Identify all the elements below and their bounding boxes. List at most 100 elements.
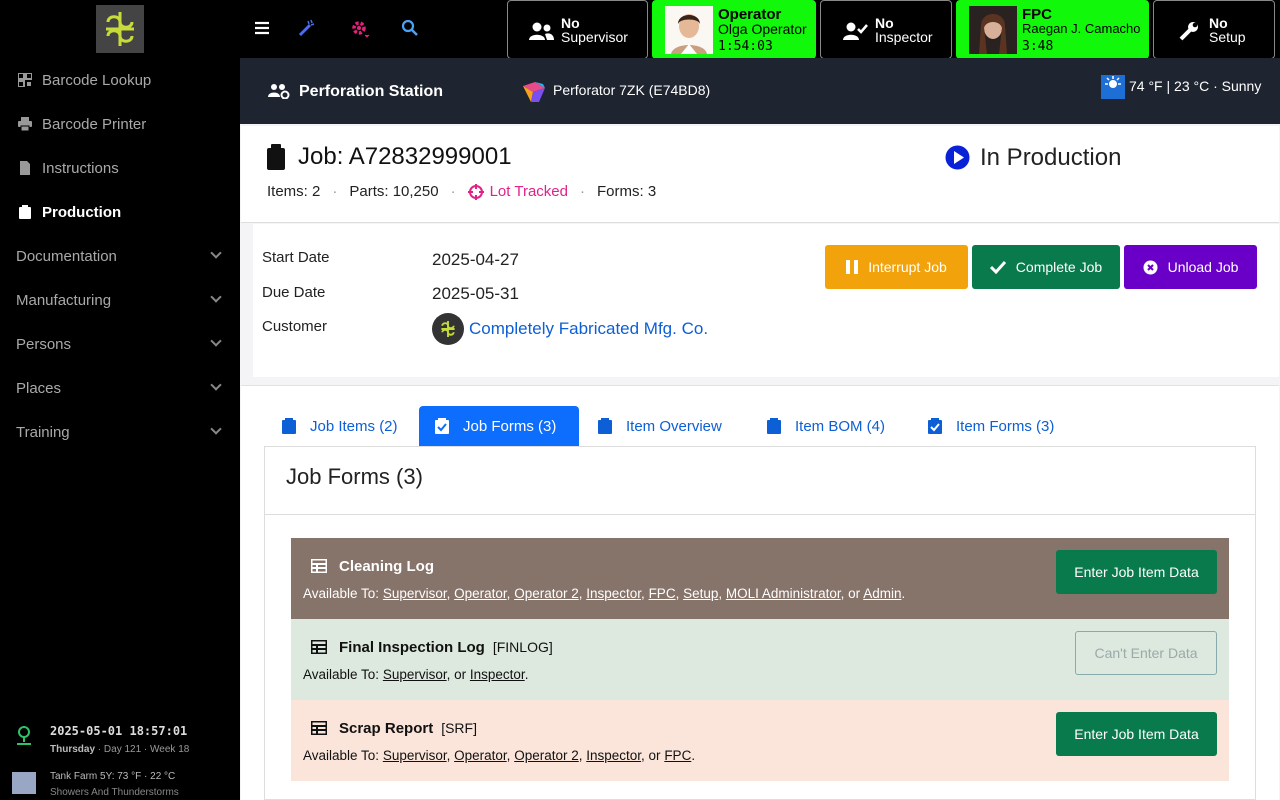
role-link[interactable]: Inspector xyxy=(586,748,641,763)
chevron-down-icon xyxy=(210,423,222,435)
role-link[interactable]: Inspector xyxy=(586,586,641,601)
top-bar: No Supervisor Operator Olga Operator 1:5… xyxy=(240,0,1280,59)
job-meta: Items: 2 · Parts: 10,250 · Lot Tracked ·… xyxy=(267,183,656,200)
play-circle-icon xyxy=(945,145,970,175)
role-link[interactable]: Operator 2 xyxy=(514,748,579,763)
form-availability: Available To: Supervisor, Operator, Oper… xyxy=(303,586,906,601)
cant-enter-data-button[interactable]: Can't Enter Data xyxy=(1075,631,1217,675)
fpc-name: Raegan J. Camacho xyxy=(1022,21,1141,36)
job-forms-title: Job Forms (3) xyxy=(265,447,1255,515)
sidebar-group-documentation[interactable]: Documentation xyxy=(0,234,240,278)
tab-item-bom[interactable]: Item BOM (4) xyxy=(751,406,901,446)
tab-label: Job Items (2) xyxy=(310,417,398,435)
search-icon[interactable] xyxy=(401,18,421,38)
separator: · xyxy=(450,183,456,200)
app-logo[interactable] xyxy=(96,5,144,53)
unload-job-button[interactable]: Unload Job xyxy=(1124,245,1257,289)
form-availability: Available To: Supervisor, Operator, Oper… xyxy=(303,748,696,763)
users-icon xyxy=(528,21,554,43)
role-link[interactable]: Admin xyxy=(863,586,901,601)
job-forms-count: Forms: 3 xyxy=(596,183,657,200)
role-link[interactable]: Setup xyxy=(683,586,718,601)
complete-job-button[interactable]: Complete Job xyxy=(972,245,1120,289)
clipboard-check-icon xyxy=(435,418,449,434)
sidebar-group-label: Persons xyxy=(16,335,72,353)
tank-weather: Showers And Thunderstorms xyxy=(50,787,179,798)
setup-status: No xyxy=(1209,15,1228,31)
job-items-count: Items: 2 xyxy=(267,183,321,200)
enter-job-item-data-button[interactable]: Enter Job Item Data xyxy=(1056,712,1217,756)
sidebar-item-label: Barcode Lookup xyxy=(42,71,152,89)
station-weather: 74 °F | 23 °C · Sunny xyxy=(1129,78,1262,94)
chevron-down-icon xyxy=(210,335,222,347)
tab-job-items[interactable]: Job Items (2) xyxy=(266,406,414,446)
sidebar-group-training[interactable]: Training xyxy=(0,410,240,454)
operator-avatar xyxy=(665,6,713,54)
operator-timer: 1:54:03 xyxy=(718,39,773,54)
role-link[interactable]: Operator xyxy=(454,748,507,763)
setup-slot-button[interactable]: No Setup xyxy=(1153,0,1275,59)
role-link[interactable]: FPC xyxy=(664,748,691,763)
chevron-down-icon xyxy=(210,291,222,303)
sidebar-item-barcode-printer[interactable]: Barcode Printer xyxy=(0,102,240,146)
sidebar-item-label: Barcode Printer xyxy=(42,115,147,133)
available-to-label: Available To: xyxy=(303,748,380,763)
inspector-label: Inspector xyxy=(875,29,933,45)
enter-job-item-data-button[interactable]: Enter Job Item Data xyxy=(1056,550,1217,594)
tank-farm-weather: Tank Farm 5Y: 73 °F · 22 °C Showers And … xyxy=(50,769,179,800)
role-link[interactable]: Operator xyxy=(454,586,507,601)
form-code: [SRF] xyxy=(441,720,477,736)
settings-gear-icon[interactable] xyxy=(350,18,370,38)
chevron-down-icon xyxy=(210,247,222,259)
form-row-cleaning-log: Cleaning Log Available To: Supervisor, O… xyxy=(291,538,1229,619)
role-link[interactable]: MOLI Administrator xyxy=(726,586,841,601)
unload-job-label: Unload Job xyxy=(1167,259,1239,275)
role-link[interactable]: Operator 2 xyxy=(514,586,579,601)
setup-label: Setup xyxy=(1209,29,1246,45)
role-link[interactable]: Inspector xyxy=(470,667,525,682)
form-availability: Available To: Supervisor, or Inspector. xyxy=(303,667,529,682)
interrupt-job-button[interactable]: Interrupt Job xyxy=(825,245,968,289)
customer-link[interactable]: Completely Fabricated Mfg. Co. xyxy=(469,319,708,339)
role-link[interactable]: Supervisor xyxy=(383,748,447,763)
form-title: Cleaning Log xyxy=(339,558,434,575)
sidebar-group-places[interactable]: Places xyxy=(0,366,240,410)
hamburger-menu-icon[interactable] xyxy=(254,18,274,38)
supervisor-slot-button[interactable]: No Supervisor xyxy=(507,0,648,59)
fpc-slot-button[interactable]: FPC Raegan J. Camacho 3:48 xyxy=(956,0,1149,59)
clipboard-icon xyxy=(767,418,781,434)
date-info: Thursday · Day 121 · Week 18 xyxy=(50,744,190,755)
sidebar-item-instructions[interactable]: Instructions xyxy=(0,146,240,190)
magic-wand-icon[interactable] xyxy=(298,18,318,38)
tab-item-overview[interactable]: Item Overview xyxy=(582,406,738,446)
operator-slot-button[interactable]: Operator Olga Operator 1:54:03 xyxy=(652,0,816,59)
sidebar-group-manufacturing[interactable]: Manufacturing xyxy=(0,278,240,322)
week-number: Week 18 xyxy=(150,744,190,755)
clipboard-icon xyxy=(18,205,32,219)
form-code: [FINLOG] xyxy=(492,639,553,655)
sidebar: Barcode Lookup Barcode Printer Instructi… xyxy=(0,0,240,800)
pause-icon xyxy=(846,260,859,274)
form-name: Cleaning Log xyxy=(339,558,434,575)
tab-item-forms[interactable]: Item Forms (3) xyxy=(912,406,1070,446)
inspector-slot-button[interactable]: No Inspector xyxy=(820,0,952,59)
tab-job-forms[interactable]: Job Forms (3) xyxy=(419,406,579,446)
interrupt-job-label: Interrupt Job xyxy=(868,259,947,275)
job-summary-card: Job: A72832999001 Items: 2 · Parts: 10,2… xyxy=(241,126,1279,223)
role-link[interactable]: Supervisor xyxy=(383,586,447,601)
form-name: Scrap Report [SRF] xyxy=(339,720,477,737)
fpc-timer: 3:48 xyxy=(1022,39,1054,54)
sidebar-item-barcode-lookup[interactable]: Barcode Lookup xyxy=(0,58,240,102)
fpc-title: FPC xyxy=(1022,6,1052,23)
station-header: Perforation Station Perforator 7ZK (E74B… xyxy=(240,58,1280,124)
start-date-label: Start Date xyxy=(262,249,330,266)
fpc-avatar xyxy=(969,6,1017,54)
role-link[interactable]: FPC xyxy=(649,586,676,601)
tab-label: Item Forms (3) xyxy=(956,417,1055,435)
sidebar-item-production[interactable]: Production xyxy=(0,190,240,234)
sidebar-group-persons[interactable]: Persons xyxy=(0,322,240,366)
job-parts-count: Parts: 10,250 xyxy=(349,183,439,200)
table-icon xyxy=(310,639,328,659)
role-link[interactable]: Supervisor xyxy=(383,667,447,682)
day-of-year: Day 121 xyxy=(103,744,142,755)
